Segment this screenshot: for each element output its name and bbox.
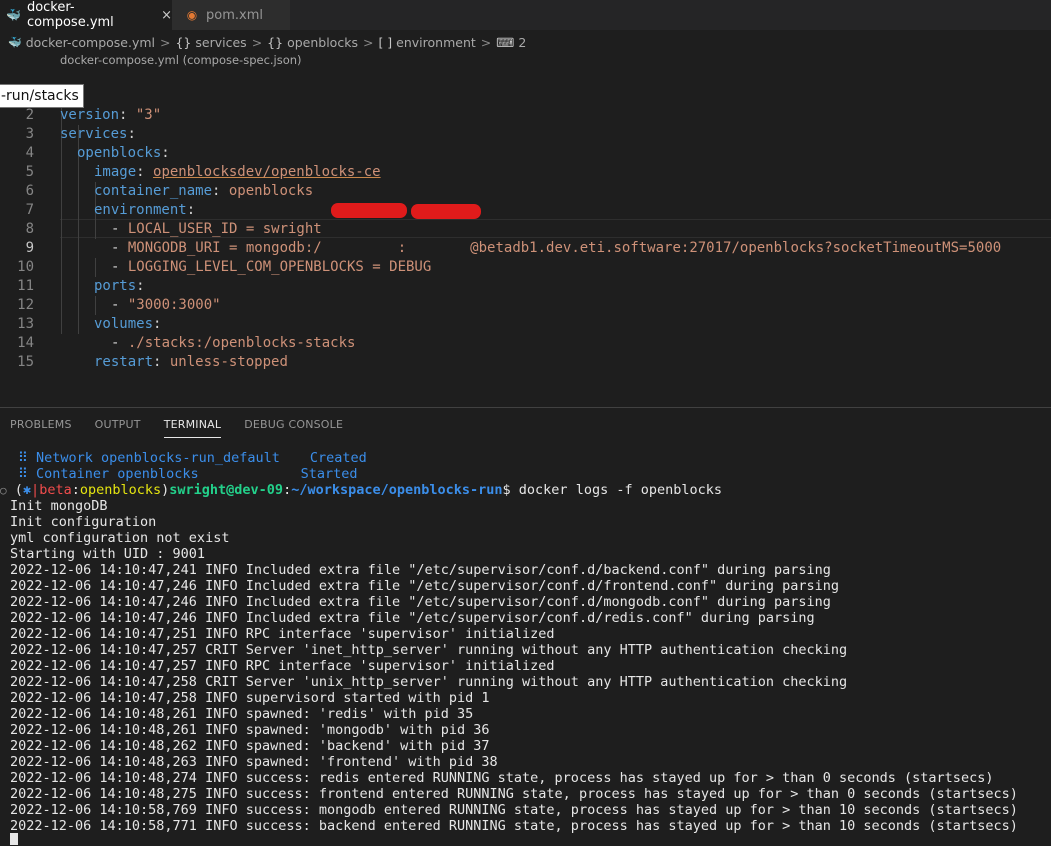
terminal-line: Init mongoDB xyxy=(10,498,108,514)
terminal-prompt-line: ○ (✱|beta:openblocks)swright@dev-09:~/wo… xyxy=(0,482,722,498)
terminal-line: Init configuration xyxy=(10,514,157,530)
line-number: 15 xyxy=(17,354,34,370)
prompt-dollar: $ xyxy=(502,482,519,498)
terminal-line: 2022-12-06 14:10:48,274 INFO success: re… xyxy=(10,770,994,786)
breadcrumb-services[interactable]: services xyxy=(195,35,246,50)
prompt-sep: : xyxy=(283,482,292,498)
status-created: Created xyxy=(309,450,367,466)
code-line: 3 openblocks: xyxy=(0,106,1051,161)
terminal-line: ⠿ Container openblocks Started xyxy=(18,466,358,482)
terminal-line: 2022-12-06 14:10:58,769 INFO success: mo… xyxy=(10,802,1018,818)
chevron-right-icon: > xyxy=(160,34,171,50)
prompt-colon: : xyxy=(71,482,80,498)
terminal-line: 2022-12-06 14:10:48,261 INFO spawned: 'm… xyxy=(10,722,490,738)
yaml-value: unless-stopped xyxy=(169,354,288,370)
code-line: 9 - LOGGING_LEVEL_COM_OPENBLOCKS = DEBUG xyxy=(0,220,1051,275)
editor-tab-bar: 🐳 docker-compose.yml × ◉ pom.xml xyxy=(0,0,1051,30)
tab-output[interactable]: OUTPUT xyxy=(95,418,141,438)
chevron-right-icon: > xyxy=(362,34,374,50)
code-line: 1 version: "3" xyxy=(0,68,1051,123)
breadcrumb-item-2[interactable]: 2 xyxy=(518,35,526,50)
tab-docker-compose[interactable]: 🐳 docker-compose.yml × xyxy=(0,0,172,30)
breadcrumb-environment[interactable]: environment xyxy=(396,35,476,50)
schema-label: docker-compose.yml (compose-spec.json) xyxy=(60,53,302,67)
code-line: 10 ports: xyxy=(0,239,1051,294)
code-line: 11 - "3000:3000" xyxy=(0,258,1051,313)
code-editor[interactable]: 1 version: "3" 2 services: 3 openblocks:… xyxy=(0,68,1051,408)
code-line: 13 - ./stacks:/openblocks-stacks xyxy=(0,296,1051,351)
tab-label: pom.xml xyxy=(206,7,263,23)
terminal-line: 2022-12-06 14:10:48,275 INFO success: fr… xyxy=(10,786,1018,802)
chevron-right-icon: > xyxy=(251,34,263,50)
container-text: Container openblocks xyxy=(36,466,199,482)
panel-tabs: PROBLEMS OUTPUT TERMINAL DEBUG CONSOLE xyxy=(10,418,366,438)
git-branch: beta xyxy=(39,482,72,498)
terminal-line: 2022-12-06 14:10:47,258 INFO supervisord… xyxy=(10,690,490,706)
terminal-line: 2022-12-06 14:10:47,257 INFO RPC interfa… xyxy=(10,658,555,674)
object-icon: {} xyxy=(175,34,192,50)
yaml-key: restart xyxy=(94,354,154,370)
git-icon: ✱ xyxy=(22,482,32,498)
terminal-line: Starting with UID : 9001 xyxy=(10,546,206,562)
terminal-line: yml configuration not exist xyxy=(10,530,230,546)
env-name: openblocks xyxy=(79,482,162,498)
object-icon: {} xyxy=(267,34,284,50)
tab-problems[interactable]: PROBLEMS xyxy=(10,418,72,438)
chevron-right-icon: > xyxy=(480,34,492,50)
status-icon: ⠿ xyxy=(18,450,28,466)
terminal-line: 2022-12-06 14:10:58,771 INFO success: ba… xyxy=(10,818,1018,834)
breadcrumb-file[interactable]: docker-compose.yml xyxy=(26,35,155,50)
docker-icon: 🐳 xyxy=(6,8,21,22)
code-line: 2 services: xyxy=(0,87,1051,142)
tab-terminal[interactable]: TERMINAL xyxy=(163,418,222,438)
network-text: Network openblocks-run_default xyxy=(36,450,280,466)
status-icon: ⠿ xyxy=(18,466,28,482)
yaml-punct: : xyxy=(153,354,170,370)
terminal-cursor xyxy=(10,833,18,845)
prompt-paren: ( xyxy=(14,482,23,498)
prompt-circle-icon: ○ xyxy=(0,484,7,497)
prompt-user: swright@dev-09 xyxy=(169,482,284,498)
array-icon: [ ] xyxy=(378,34,393,50)
tab-label: docker-compose.yml xyxy=(26,0,114,30)
code-line: 7 - LOCAL_USER_ID = swright xyxy=(0,182,1051,237)
terminal-line: ⠿ Network openblocks-run_default Created xyxy=(18,450,367,466)
string-icon: ⌨ xyxy=(496,34,515,50)
breadcrumb-openblocks[interactable]: openblocks xyxy=(287,35,358,50)
tab-pom-xml[interactable]: ◉ pom.xml xyxy=(172,0,290,30)
status-started: Started xyxy=(300,466,358,482)
terminal-line: 2022-12-06 14:10:47,246 INFO Included ex… xyxy=(10,610,815,626)
terminal-line: 2022-12-06 14:10:47,246 INFO Included ex… xyxy=(10,594,831,610)
redaction-mark xyxy=(331,203,407,218)
docker-icon: 🐳 xyxy=(8,35,22,49)
hover-tooltip: -run/stacks xyxy=(0,84,84,108)
prompt-bar: | xyxy=(31,482,40,498)
code-line: 4 image: openblocksdev/openblocks-ce xyxy=(0,125,1051,180)
terminal-line: 2022-12-06 14:10:47,246 INFO Included ex… xyxy=(10,578,840,594)
code-line: 15 xyxy=(0,334,1051,370)
redaction-mark xyxy=(411,204,481,219)
prompt-path: ~/workspace/openblocks-run xyxy=(291,482,503,498)
code-line: 12 volumes: xyxy=(0,277,1051,332)
terminal-line: 2022-12-06 14:10:47,257 CRIT Server 'ine… xyxy=(10,642,848,658)
code-line: 5 container_name: openblocks xyxy=(0,144,1051,199)
tab-debug-console[interactable]: DEBUG CONSOLE xyxy=(244,418,343,438)
terminal-line: 2022-12-06 14:10:48,263 INFO spawned: 'f… xyxy=(10,754,498,770)
code-line: 6 environment: xyxy=(0,163,1051,218)
command: docker logs -f openblocks xyxy=(518,482,722,498)
code-line: 14 restart: unless-stopped xyxy=(0,315,1051,370)
terminal-line: 2022-12-06 14:10:48,262 INFO spawned: 'b… xyxy=(10,738,490,754)
close-icon[interactable]: × xyxy=(161,8,172,23)
breadcrumb: 🐳 docker-compose.yml > {} services > {} … xyxy=(8,33,526,51)
rss-icon: ◉ xyxy=(186,8,198,22)
terminal-line: 2022-12-06 14:10:47,258 CRIT Server 'uni… xyxy=(10,674,848,690)
code-line: 8 - MONGODB_URI = mongodb:/: @betadb1.dev… xyxy=(0,201,1051,256)
terminal-line: 2022-12-06 14:10:48,261 INFO spawned: 'r… xyxy=(10,706,474,722)
terminal-line: 2022-12-06 14:10:47,241 INFO Included ex… xyxy=(10,562,831,578)
terminal-line: 2022-12-06 14:10:47,251 INFO RPC interfa… xyxy=(10,626,555,642)
